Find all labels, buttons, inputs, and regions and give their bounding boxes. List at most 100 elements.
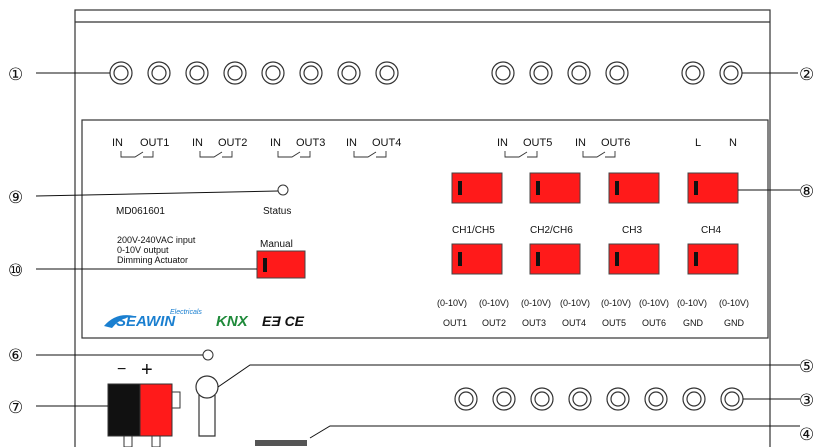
channel-label: CH3 <box>622 225 642 236</box>
manual-label: Manual <box>260 239 293 250</box>
terminal-screw <box>682 387 706 411</box>
bottom-terminals <box>454 387 744 411</box>
terminal-screw <box>719 61 743 85</box>
callout-8: ⑧ <box>799 182 814 202</box>
power-l-label: L <box>695 137 701 149</box>
terminal-screw <box>299 61 323 85</box>
channel-buttons-bottom <box>451 243 739 275</box>
channel-button[interactable] <box>529 172 581 204</box>
terminal-screw <box>375 61 399 85</box>
channel-button[interactable] <box>687 243 739 275</box>
channel-button[interactable] <box>608 172 660 204</box>
relay-in-label: IN <box>497 137 508 149</box>
relay-symbols-left <box>120 151 387 158</box>
knx-logo: KNX <box>216 313 249 330</box>
output-name: GND <box>724 318 745 328</box>
output-range: (0-10V) <box>639 298 669 308</box>
programming-led <box>202 349 214 361</box>
output-name: OUT5 <box>602 318 626 328</box>
channel-button[interactable] <box>451 243 503 275</box>
terminal-screw <box>605 61 629 85</box>
output-range: (0-10V) <box>521 298 551 308</box>
relay-out-label: OUT5 <box>523 137 552 149</box>
output-range: (0-10V) <box>437 298 467 308</box>
terminal-screw <box>529 61 553 85</box>
callout-3: ③ <box>799 391 814 411</box>
terminal-screw <box>491 61 515 85</box>
terminal-screw <box>568 387 592 411</box>
seawin-logo: Electricals SEAWIN <box>104 309 202 330</box>
callout-4: ④ <box>799 425 814 445</box>
polarity-plus: + <box>141 359 153 381</box>
svg-text:SEAWIN: SEAWIN <box>116 313 176 330</box>
relay-in-label: IN <box>192 137 203 149</box>
channel-button[interactable] <box>608 243 660 275</box>
top-terminals <box>109 61 743 85</box>
relay-out-label: OUT4 <box>372 137 401 149</box>
programming-button[interactable] <box>195 375 219 437</box>
channel-label: CH2/CH6 <box>530 225 573 236</box>
terminal-screw <box>261 61 285 85</box>
output-name: OUT2 <box>482 318 506 328</box>
terminal-screw <box>567 61 591 85</box>
device-diagram: IN OUT1 IN OUT2 IN OUT3 IN OUT4 IN OUT5 … <box>0 0 819 447</box>
relay-in-label: IN <box>575 137 586 149</box>
model-number: MD061601 <box>116 206 165 217</box>
terminal-screw <box>681 61 705 85</box>
certification-marks: EƎ CE <box>262 313 305 329</box>
callout-5: ⑤ <box>799 357 814 377</box>
relay-in-label: IN <box>346 137 357 149</box>
channel-label: CH4 <box>701 225 721 236</box>
housing <box>74 9 771 447</box>
status-led <box>277 184 289 196</box>
manual-button[interactable] <box>256 250 306 279</box>
terminal-screw <box>530 387 554 411</box>
description-line: 200V-240VAC input <box>117 235 196 245</box>
terminal-screw <box>454 387 478 411</box>
relay-out-label: OUT2 <box>218 137 247 149</box>
callout-7: ⑦ <box>8 398 23 418</box>
relay-out-label: OUT6 <box>601 137 630 149</box>
output-range: (0-10V) <box>601 298 631 308</box>
output-name: OUT6 <box>642 318 666 328</box>
callout-1: ① <box>8 65 23 85</box>
relay-out-label: OUT3 <box>296 137 325 149</box>
relay-labels-right: IN OUT5 IN OUT6 L N <box>497 137 737 149</box>
terminal-screw <box>147 61 171 85</box>
terminal-screw <box>109 61 133 85</box>
output-name: OUT3 <box>522 318 546 328</box>
output-name: GND <box>683 318 704 328</box>
channel-button[interactable] <box>451 172 503 204</box>
relay-in-label: IN <box>270 137 281 149</box>
terminal-screw <box>644 387 668 411</box>
terminal-screw <box>492 387 516 411</box>
callout-6: ⑥ <box>8 346 23 366</box>
output-name: OUT1 <box>443 318 467 328</box>
output-name: OUT4 <box>562 318 586 328</box>
channel-label: CH1/CH5 <box>452 225 495 236</box>
svg-text:EƎ CE: EƎ CE <box>262 313 305 329</box>
output-labels: (0-10V) (0-10V) (0-10V) (0-10V) (0-10V) … <box>437 298 749 328</box>
terminal-screw <box>223 61 247 85</box>
channel-button[interactable] <box>687 172 739 204</box>
callout-9: ⑨ <box>8 188 23 208</box>
output-range: (0-10V) <box>560 298 590 308</box>
terminal-screw <box>337 61 361 85</box>
description-line: Dimming Actuator <box>117 255 188 265</box>
relay-in-label: IN <box>112 137 123 149</box>
polarity-minus: − <box>117 361 126 378</box>
terminal-screw <box>606 387 630 411</box>
channel-labels: CH1/CH5 CH2/CH6 CH3 CH4 <box>452 225 721 236</box>
channel-button[interactable] <box>529 243 581 275</box>
output-range: (0-10V) <box>677 298 707 308</box>
description-line: 0-10V output <box>117 245 169 255</box>
output-range: (0-10V) <box>479 298 509 308</box>
svg-text:KNX: KNX <box>216 313 249 330</box>
terminal-screw <box>185 61 209 85</box>
output-range: (0-10V) <box>719 298 749 308</box>
relay-out-label: OUT1 <box>140 137 169 149</box>
bus-connector <box>107 383 181 447</box>
power-n-label: N <box>729 137 737 149</box>
serial-barcode <box>255 440 307 446</box>
status-label: Status <box>263 206 291 217</box>
